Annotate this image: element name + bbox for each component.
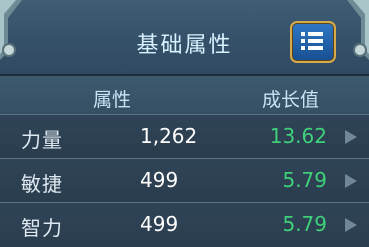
attribute-row-agility[interactable]: 敏捷 499 5.79	[0, 159, 369, 203]
column-header-growth: 成长值	[262, 89, 320, 111]
menu-button[interactable]	[290, 21, 336, 63]
attribute-name: 敏捷	[21, 172, 63, 196]
triangle-right-icon[interactable]	[345, 174, 357, 188]
attribute-row-strength[interactable]: 力量 1,262 13.62	[0, 115, 369, 159]
list-menu-icon	[301, 32, 323, 50]
table-header: 属性 成长值	[0, 76, 369, 115]
attribute-name: 力量	[21, 128, 63, 152]
triangle-right-icon[interactable]	[345, 218, 357, 232]
title-bar: 基础属性	[0, 0, 369, 76]
attribute-value: 499	[140, 212, 179, 236]
growth-value: 5.79	[282, 212, 327, 236]
column-header-attribute: 属性	[93, 89, 132, 111]
attribute-row-intelligence[interactable]: 智力 499 5.79	[0, 203, 369, 247]
attribute-name: 智力	[21, 216, 63, 240]
growth-value: 13.62	[269, 124, 327, 148]
attribute-value: 499	[140, 168, 179, 192]
growth-value: 5.79	[282, 168, 327, 192]
triangle-right-icon[interactable]	[345, 130, 357, 144]
attribute-value: 1,262	[140, 124, 198, 148]
basic-attributes-panel: 基础属性 属性 成长值 力量 1,262 13.62 敏捷 499 5.79 智…	[0, 0, 369, 247]
